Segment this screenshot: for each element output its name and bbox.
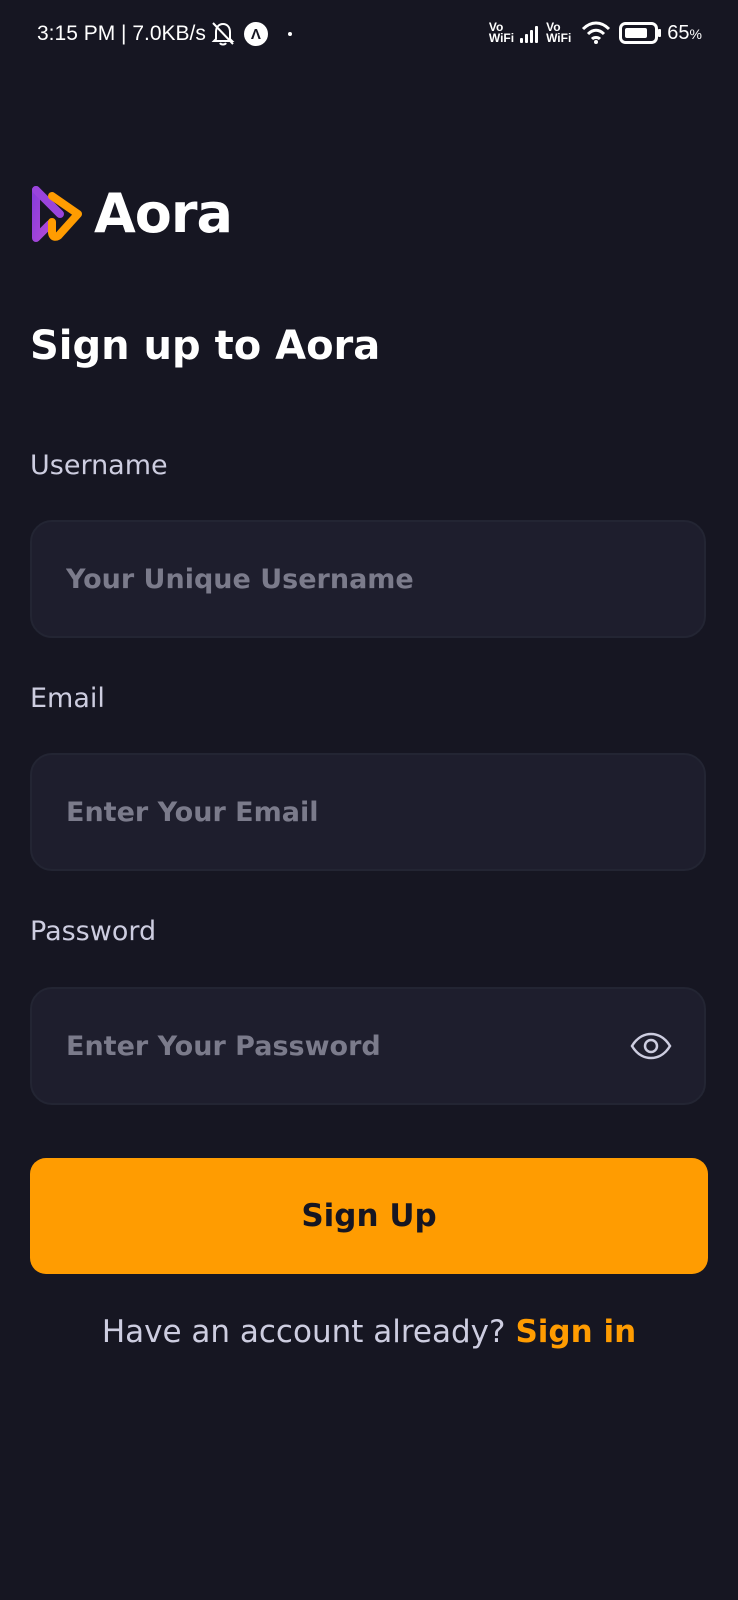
battery-percent-value: 65 bbox=[667, 21, 690, 44]
password-label: Password bbox=[30, 916, 157, 947]
email-label: Email bbox=[30, 683, 105, 714]
app-logo: Aora bbox=[30, 182, 233, 246]
sign-up-button[interactable]: Sign Up bbox=[30, 1158, 708, 1274]
username-input[interactable] bbox=[64, 562, 672, 596]
sign-in-link[interactable]: Sign in bbox=[515, 1314, 636, 1350]
status-right: Vo WiFi Vo WiFi 65% bbox=[489, 18, 702, 48]
status-time: 3:15 PM | 7.0KB/s bbox=[37, 22, 206, 45]
vowifi-bottom-2: WiFi bbox=[546, 31, 572, 45]
battery-percent-unit: % bbox=[689, 25, 702, 42]
username-label: Username bbox=[30, 450, 168, 481]
page-title: Sign up to Aora bbox=[30, 323, 381, 369]
wifi-icon bbox=[581, 21, 611, 45]
signin-prompt-text: Have an account already? bbox=[101, 1314, 506, 1350]
vowifi-indicator: Vo WiFi bbox=[488, 21, 515, 45]
status-bar: 3:15 PM | 7.0KB/s Λ Vo WiFi Vo WiFi 65% bbox=[0, 0, 738, 66]
app-notification-icon: Λ bbox=[243, 22, 268, 46]
eye-icon[interactable] bbox=[630, 1032, 672, 1060]
password-field-container bbox=[30, 987, 706, 1105]
battery-icon bbox=[619, 22, 663, 44]
username-field-container bbox=[30, 520, 706, 638]
email-input[interactable] bbox=[64, 795, 672, 829]
password-input[interactable] bbox=[64, 1029, 620, 1063]
email-field-container bbox=[30, 753, 706, 871]
vowifi-indicator-2: Vo WiFi bbox=[546, 21, 572, 45]
bell-muted-icon bbox=[211, 21, 235, 47]
status-left: 3:15 PM | 7.0KB/s Λ bbox=[37, 20, 292, 48]
vowifi-bottom: WiFi bbox=[488, 31, 515, 45]
signin-prompt: Have an account already? Sign in bbox=[0, 1314, 738, 1350]
aora-logo-icon bbox=[32, 186, 82, 242]
app-name: Aora bbox=[94, 182, 233, 245]
notification-dot-icon bbox=[287, 32, 292, 36]
battery-percent: 65% bbox=[667, 22, 702, 45]
signal-icon bbox=[518, 23, 539, 43]
